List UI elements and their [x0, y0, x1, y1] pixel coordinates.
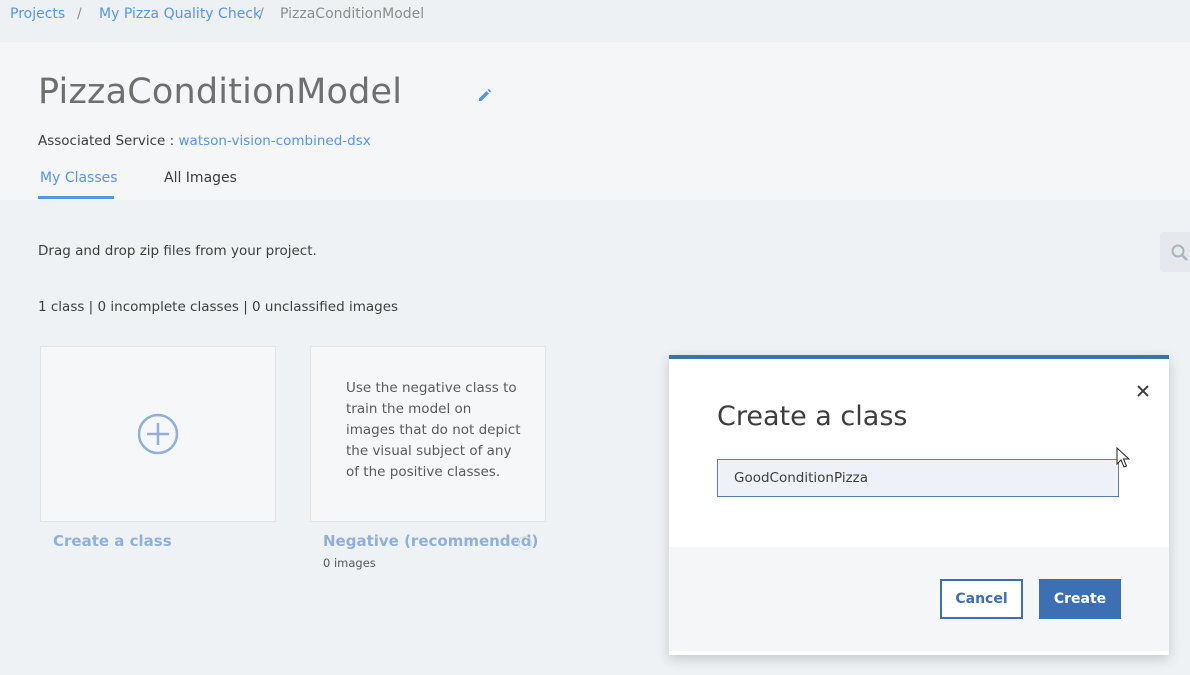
search-icon [1171, 244, 1188, 261]
cancel-button[interactable]: Cancel [940, 579, 1023, 619]
pencil-icon[interactable] [476, 86, 494, 104]
associated-service: Associated Service : watson-vision-combi… [38, 133, 371, 149]
breadcrumb-projects[interactable]: Projects [10, 6, 65, 22]
breadcrumb-current: PizzaConditionModel [280, 6, 425, 22]
class-counts: 1 class | 0 incomplete classes | 0 uncla… [38, 299, 399, 315]
close-icon[interactable] [1136, 383, 1150, 397]
associated-service-label: Associated Service : [38, 133, 175, 149]
drag-drop-hint: Drag and drop zip files from your projec… [38, 243, 317, 259]
breadcrumb-separator: / [77, 6, 82, 22]
class-name-input[interactable] [717, 459, 1119, 497]
modal-title: Create a class [717, 401, 908, 432]
negative-class-description: Use the negative class to train the mode… [346, 380, 521, 480]
create-button[interactable]: Create [1039, 579, 1121, 619]
mouse-cursor-icon [1116, 446, 1131, 473]
page-title: PizzaConditionModel [38, 72, 403, 112]
plus-circle-icon [137, 413, 179, 459]
tab-all-images[interactable]: All Images [164, 170, 237, 186]
negative-class-card[interactable]: Use the negative class to train the mode… [310, 346, 546, 522]
negative-class-label[interactable]: Negative (recommended) [323, 532, 538, 550]
negative-class-radio[interactable] [518, 536, 532, 550]
search-button[interactable] [1160, 232, 1190, 272]
create-class-card[interactable] [40, 346, 276, 522]
create-class-label[interactable]: Create a class [53, 532, 172, 550]
associated-service-link[interactable]: watson-vision-combined-dsx [179, 133, 371, 149]
active-tab-indicator [38, 196, 114, 199]
tab-my-classes[interactable]: My Classes [40, 170, 118, 186]
breadcrumb-project[interactable]: My Pizza Quality Check [99, 6, 261, 22]
create-class-modal: Create a class Cancel Create [669, 355, 1169, 655]
negative-image-count: 0 images [323, 556, 376, 570]
breadcrumb-separator: / [259, 6, 264, 22]
